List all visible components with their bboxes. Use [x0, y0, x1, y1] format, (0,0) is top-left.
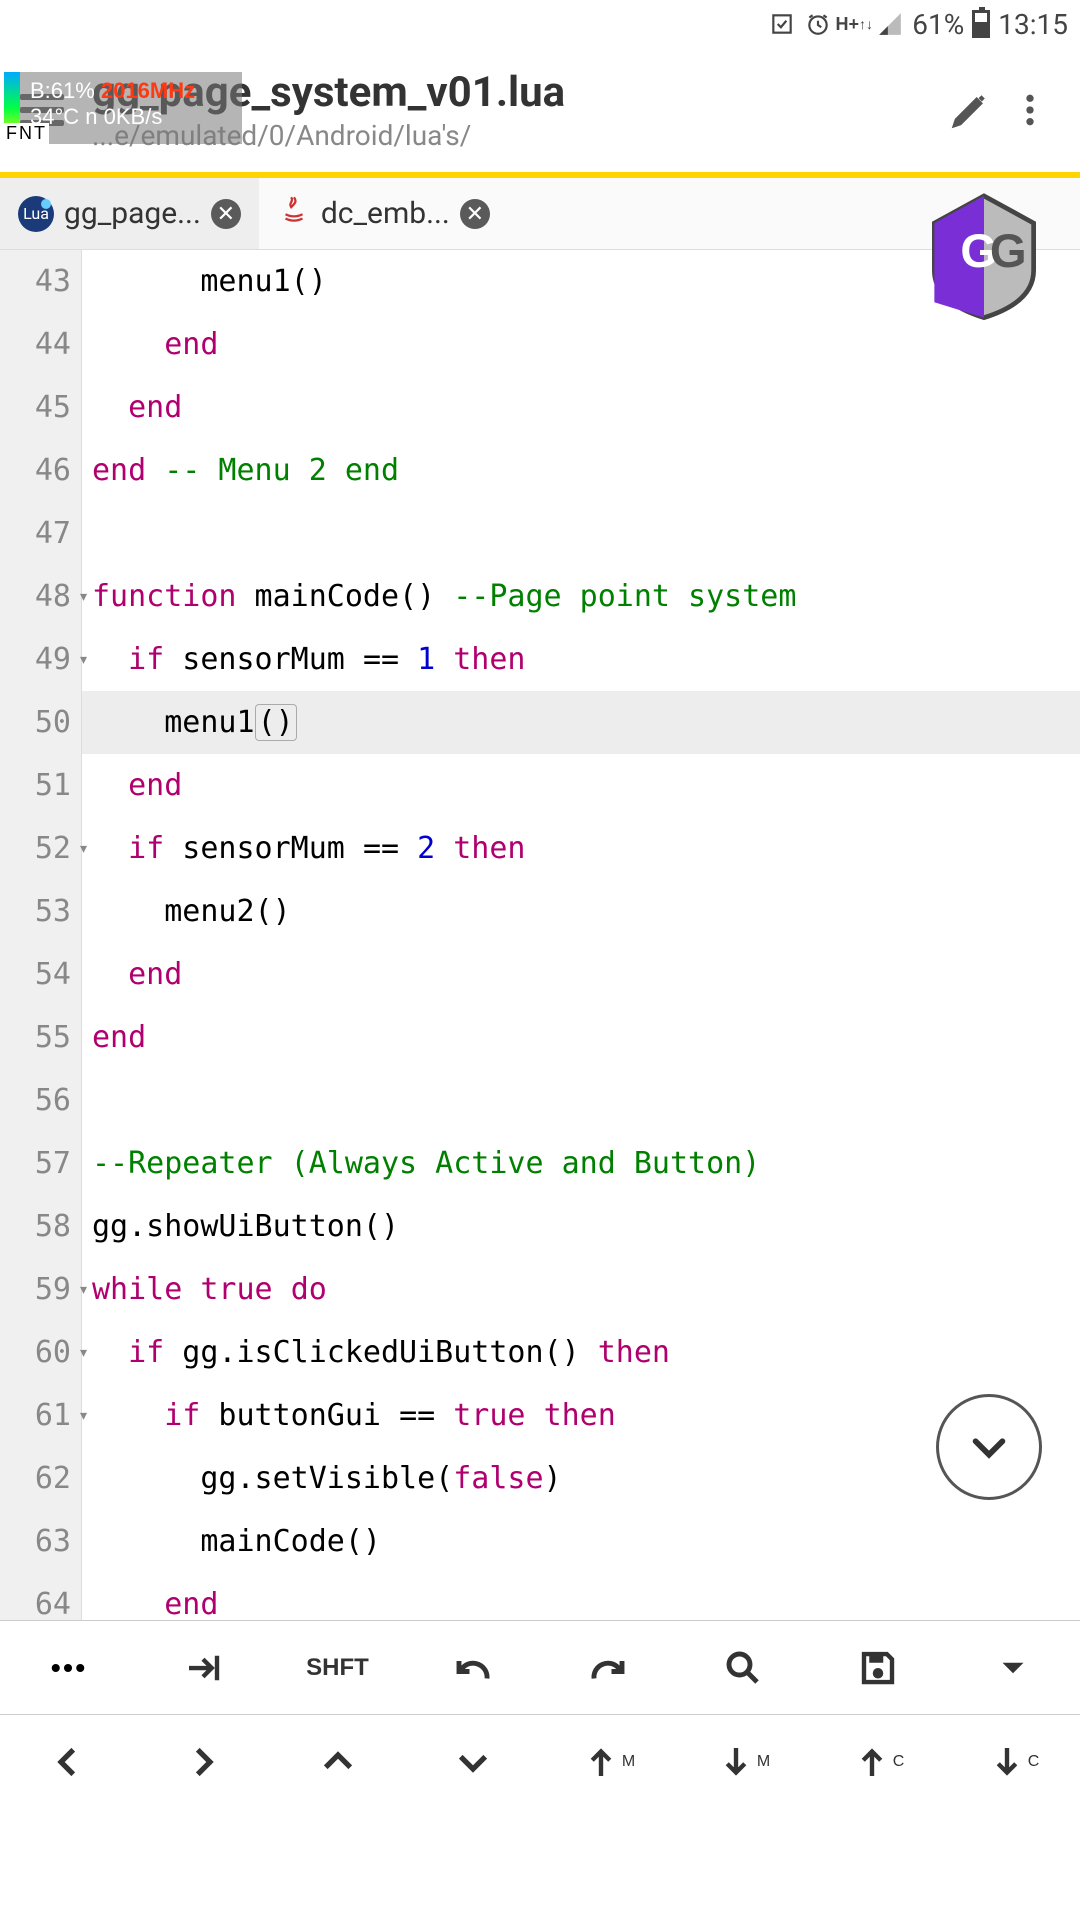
dropdown-button[interactable]	[945, 1647, 1080, 1689]
code-line[interactable]: end	[82, 1573, 1080, 1620]
overflow-menu-button[interactable]	[1000, 80, 1060, 140]
code-line[interactable]: if gg.isClickedUiButton() then	[82, 1321, 1080, 1384]
clock: 13:15	[998, 8, 1068, 41]
close-icon[interactable]: ✕	[211, 199, 241, 229]
mark-down-button[interactable]: M	[675, 1741, 810, 1783]
line-number[interactable]: 48	[0, 565, 71, 628]
mark-up-button[interactable]: M	[540, 1741, 675, 1783]
tab-indent-button[interactable]	[135, 1647, 270, 1689]
search-button[interactable]	[675, 1647, 810, 1689]
gameguardian-overlay-icon[interactable]: GG	[924, 190, 1044, 320]
nav-up-button[interactable]	[270, 1741, 405, 1783]
line-number-gutter[interactable]: 4344454647484950515253545556575859606162…	[0, 250, 82, 1620]
status-icon-generic	[768, 10, 796, 38]
editor-toolbar-nav: M M C C	[0, 1714, 1080, 1808]
system-monitor-overlay[interactable]: B:61% 2016MHz 34°C n 0KB/s FNT	[4, 72, 242, 144]
redo-button[interactable]	[540, 1647, 675, 1689]
undo-button[interactable]	[405, 1647, 540, 1689]
tab-gg-page[interactable]: Lua gg_page... ✕	[0, 178, 259, 249]
cursor-up-button[interactable]: C	[810, 1741, 945, 1783]
code-line[interactable]: function mainCode() --Page point system	[82, 565, 1080, 628]
code-line[interactable]: mainCode()	[82, 1510, 1080, 1573]
overlay-corner: FNT	[4, 123, 49, 144]
line-number[interactable]: 63	[0, 1510, 71, 1573]
nav-left-button[interactable]	[0, 1741, 135, 1783]
code-line[interactable]: end	[82, 754, 1080, 817]
code-editor[interactable]: 4344454647484950515253545556575859606162…	[0, 250, 1080, 1620]
more-button[interactable]	[0, 1647, 135, 1689]
line-number[interactable]: 47	[0, 502, 71, 565]
line-number[interactable]: 46	[0, 439, 71, 502]
line-number[interactable]: 60	[0, 1321, 71, 1384]
line-number[interactable]: 64	[0, 1573, 71, 1620]
line-number[interactable]: 61	[0, 1384, 71, 1447]
shift-button[interactable]: SHFT	[270, 1654, 405, 1682]
line-number[interactable]: 45	[0, 376, 71, 439]
overlay-battery: B:61%	[30, 78, 95, 103]
code-line[interactable]: end	[82, 376, 1080, 439]
code-line[interactable]	[82, 1069, 1080, 1132]
tab-label: gg_page...	[64, 196, 201, 231]
overlay-net: n 0KB/s	[85, 104, 162, 129]
code-line[interactable]: --Repeater (Always Active and Button)	[82, 1132, 1080, 1195]
network-hplus-icon: H+↑↓	[840, 10, 868, 38]
line-number[interactable]: 43	[0, 250, 71, 313]
code-line[interactable]: gg.showUiButton()	[82, 1195, 1080, 1258]
code-line[interactable]: end	[82, 943, 1080, 1006]
code-line[interactable]: while true do	[82, 1258, 1080, 1321]
battery-percent: 61%	[912, 8, 964, 41]
line-number[interactable]: 56	[0, 1069, 71, 1132]
code-line[interactable]: menu2()	[82, 880, 1080, 943]
line-number[interactable]: 51	[0, 754, 71, 817]
code-area[interactable]: menu1() end endend -- Menu 2 endfunction…	[82, 250, 1080, 1620]
alarm-icon	[804, 10, 832, 38]
nav-right-button[interactable]	[135, 1741, 270, 1783]
signal-icon	[876, 10, 904, 38]
svg-text:G: G	[990, 225, 1027, 278]
save-button[interactable]	[810, 1647, 945, 1689]
code-line[interactable]: if buttonGui == true then	[82, 1384, 1080, 1447]
overlay-freq: 2016MHz	[101, 78, 195, 103]
code-line[interactable]: end	[82, 313, 1080, 376]
line-number[interactable]: 59	[0, 1258, 71, 1321]
nav-down-button[interactable]	[405, 1741, 540, 1783]
java-icon	[277, 193, 311, 235]
code-line[interactable]: gg.setVisible(false)	[82, 1447, 1080, 1510]
code-line[interactable]: menu1()	[82, 691, 1080, 754]
line-number[interactable]: 49	[0, 628, 71, 691]
android-status-bar: H+↑↓ 61% 13:15	[0, 0, 1080, 48]
tab-dc-emb[interactable]: dc_emb... ✕	[259, 178, 508, 249]
cursor-down-button[interactable]: C	[945, 1741, 1080, 1783]
code-line[interactable]: if sensorMum == 2 then	[82, 817, 1080, 880]
edit-button[interactable]	[940, 80, 1000, 140]
line-number[interactable]: 44	[0, 313, 71, 376]
line-number[interactable]: 62	[0, 1447, 71, 1510]
battery-icon	[972, 10, 990, 38]
line-number[interactable]: 55	[0, 1006, 71, 1069]
code-line[interactable]: end -- Menu 2 end	[82, 439, 1080, 502]
tab-bar: Lua gg_page... ✕ dc_emb... ✕	[0, 178, 1080, 250]
line-number[interactable]: 50	[0, 691, 71, 754]
scroll-down-button[interactable]	[936, 1394, 1042, 1500]
line-number[interactable]: 53	[0, 880, 71, 943]
line-number[interactable]: 54	[0, 943, 71, 1006]
line-number[interactable]: 52	[0, 817, 71, 880]
tab-label: dc_emb...	[321, 196, 450, 231]
lua-icon: Lua	[18, 196, 54, 232]
code-line[interactable]: if sensorMum == 1 then	[82, 628, 1080, 691]
code-line[interactable]: end	[82, 1006, 1080, 1069]
close-icon[interactable]: ✕	[460, 199, 490, 229]
line-number[interactable]: 57	[0, 1132, 71, 1195]
line-number[interactable]: 58	[0, 1195, 71, 1258]
editor-toolbar-primary: SHFT	[0, 1620, 1080, 1714]
code-line[interactable]	[82, 502, 1080, 565]
